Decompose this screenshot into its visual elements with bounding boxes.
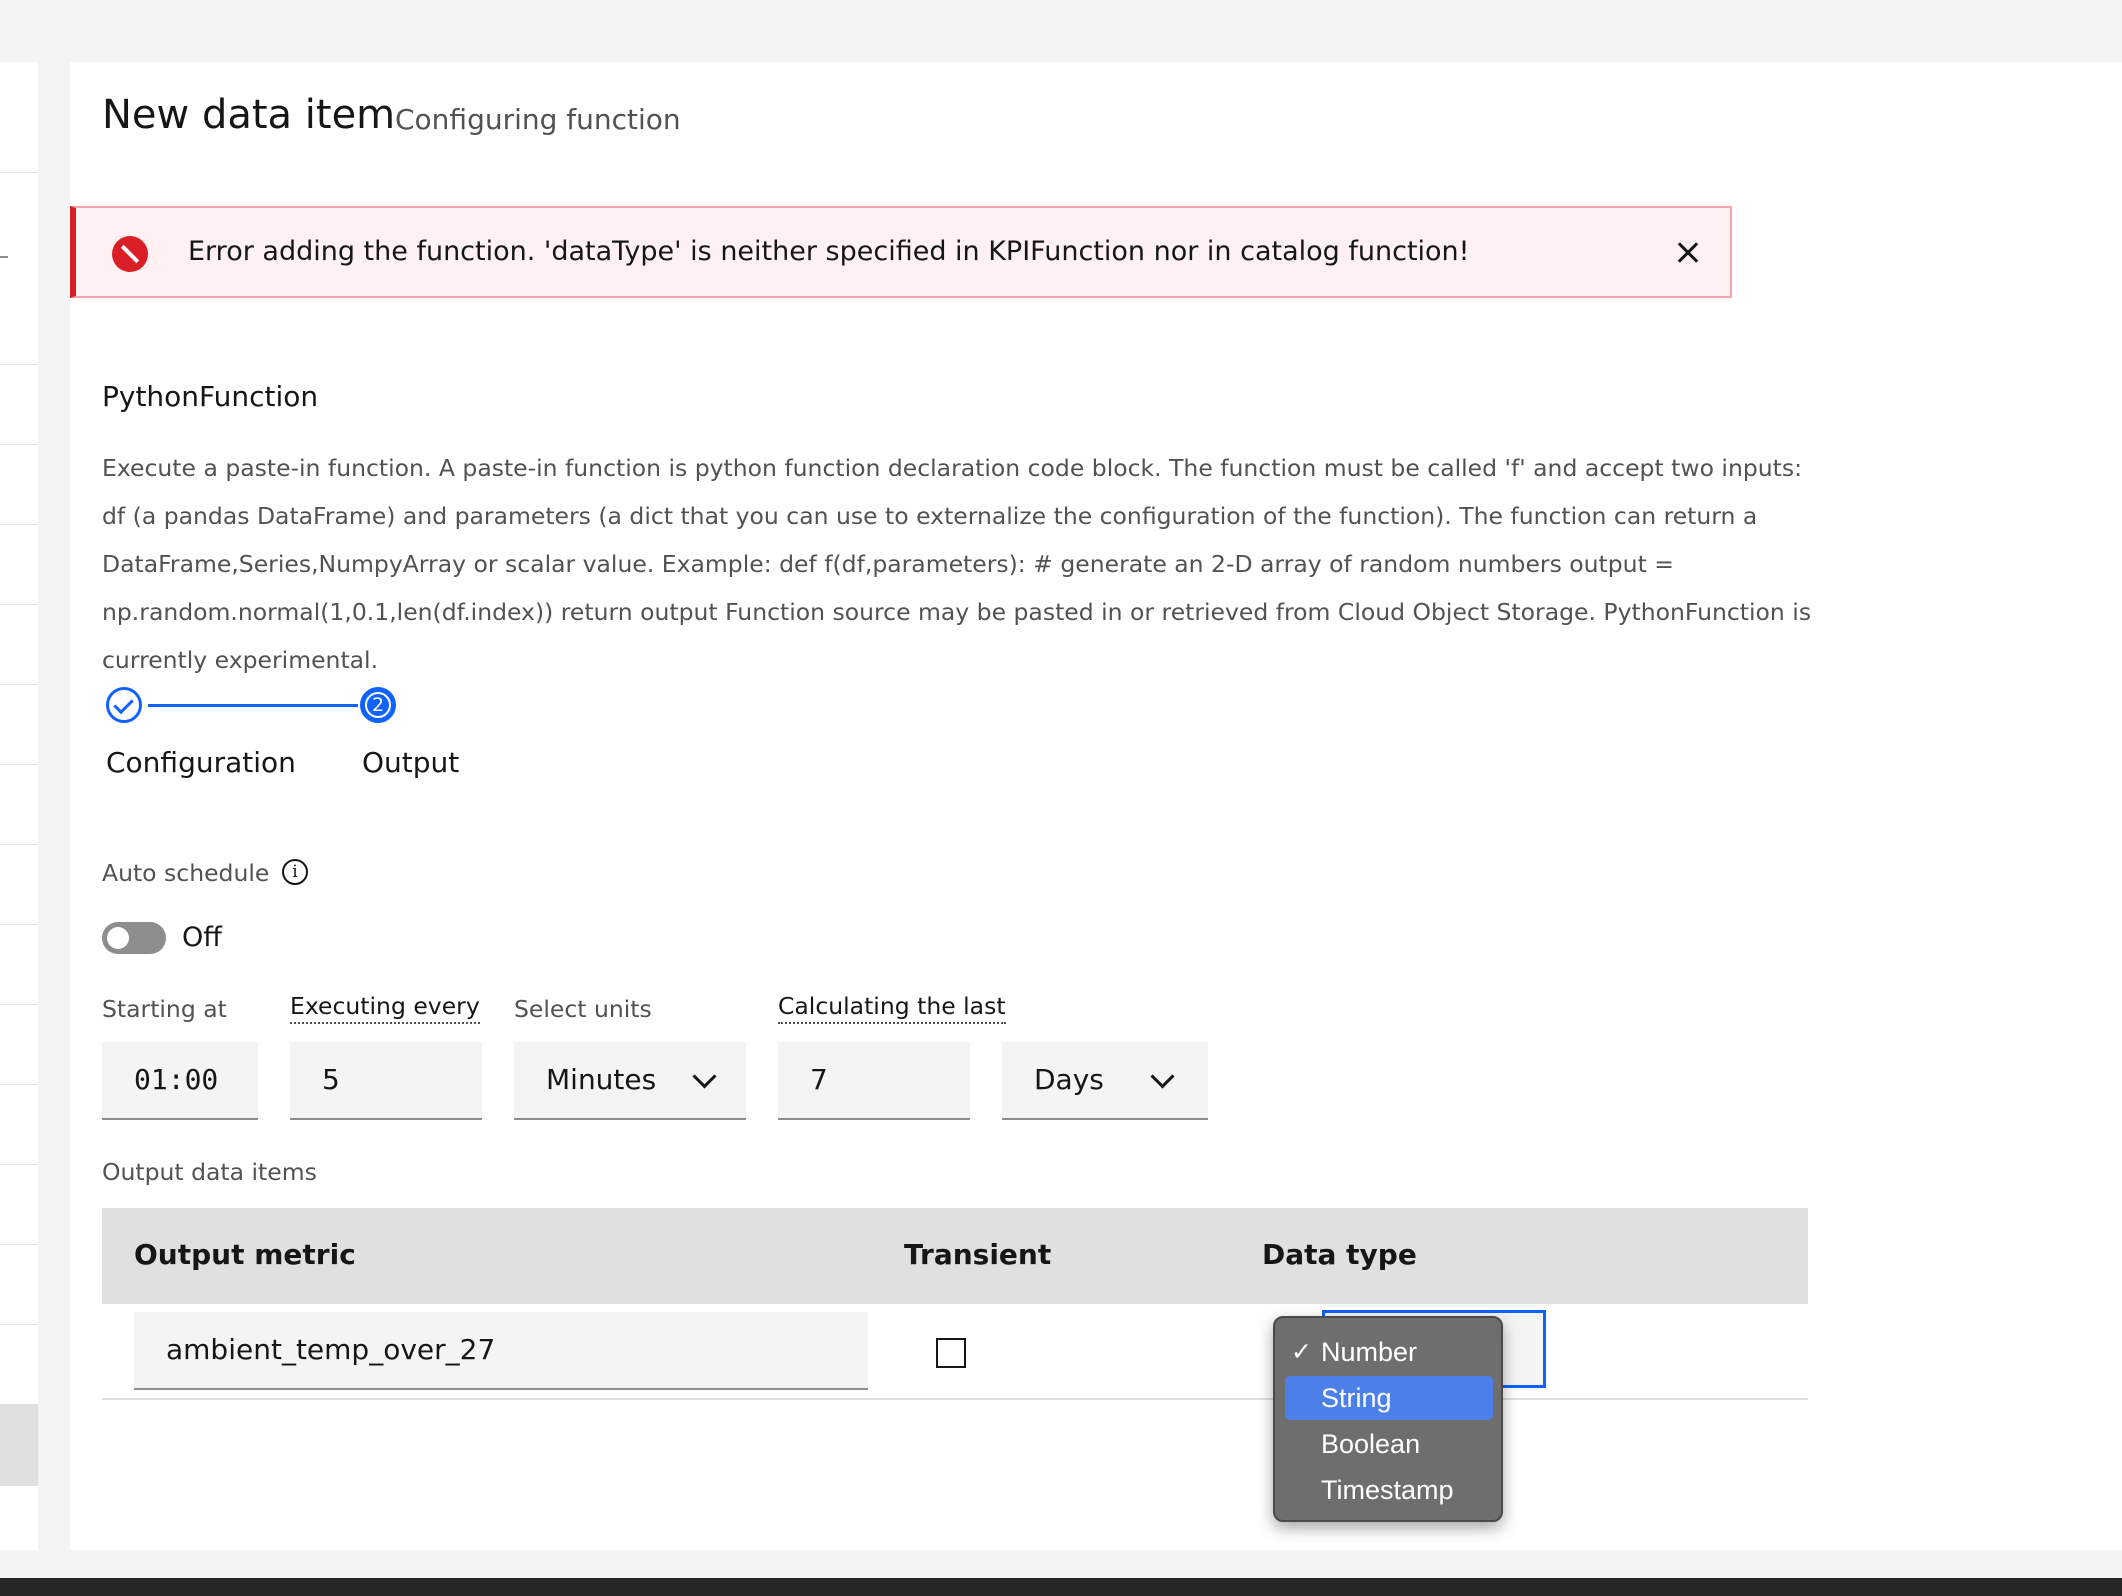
rail-divider xyxy=(0,444,38,445)
close-icon[interactable] xyxy=(1666,230,1710,274)
option-label: Number xyxy=(1321,1337,1418,1367)
function-description: Execute a paste-in function. A paste-in … xyxy=(102,454,1812,674)
option-label: Timestamp xyxy=(1321,1475,1454,1505)
executing-every-label[interactable]: Executing every xyxy=(290,992,480,1024)
calculating-last-label[interactable]: Calculating the last xyxy=(778,992,1006,1024)
error-icon xyxy=(112,236,148,272)
select-units-label: Select units xyxy=(514,995,652,1023)
table-row: ambient_temp_over_27 xyxy=(102,1304,1808,1400)
rail-tick xyxy=(0,256,8,258)
units-select[interactable]: Minutes xyxy=(514,1042,746,1120)
main-panel: New data item Configuring function Error… xyxy=(70,62,2122,1550)
column-header-transient: Transient xyxy=(904,1238,1052,1271)
step-current-icon[interactable]: 2 xyxy=(360,687,396,723)
output-metric-input[interactable]: ambient_temp_over_27 xyxy=(134,1312,868,1390)
rail-divider xyxy=(0,1244,38,1245)
left-rail xyxy=(0,62,38,1550)
rail-divider xyxy=(0,172,38,173)
units-select-value: Minutes xyxy=(546,1063,657,1096)
checkmark-icon: ✓ xyxy=(1291,1338,1312,1366)
period-select-value: Days xyxy=(1034,1063,1104,1096)
data-type-dropdown-menu: ✓ Number String Boolean Timestamp xyxy=(1273,1316,1503,1522)
bottom-bar xyxy=(0,1578,2122,1596)
step-label-configuration[interactable]: Configuration xyxy=(106,746,296,779)
executing-every-input[interactable]: 5 xyxy=(290,1042,482,1120)
rail-divider xyxy=(0,844,38,845)
rail-selected-item[interactable] xyxy=(0,1404,38,1486)
rail-divider xyxy=(0,764,38,765)
calculating-last-input[interactable]: 7 xyxy=(778,1042,970,1120)
step-label-output[interactable]: Output xyxy=(362,746,459,779)
page-subtitle: Configuring function xyxy=(395,103,681,136)
dropdown-option-boolean[interactable]: Boolean xyxy=(1285,1422,1493,1466)
dropdown-option-string[interactable]: String xyxy=(1285,1376,1493,1420)
auto-schedule-toggle[interactable] xyxy=(102,922,166,954)
rail-divider xyxy=(0,1084,38,1085)
step-connector xyxy=(148,704,358,707)
output-data-items-label: Output data items xyxy=(102,1158,317,1186)
option-label: Boolean xyxy=(1321,1429,1421,1459)
page-title: New data item xyxy=(102,92,396,138)
dropdown-option-timestamp[interactable]: Timestamp xyxy=(1285,1468,1493,1512)
function-name: PythonFunction xyxy=(102,380,319,413)
rail-divider xyxy=(0,1004,38,1005)
option-label: String xyxy=(1321,1383,1392,1413)
rail-divider xyxy=(0,1164,38,1165)
error-notification: Error adding the function. 'dataType' is… xyxy=(70,206,1732,298)
period-select[interactable]: Days xyxy=(1002,1042,1208,1120)
transient-checkbox[interactable] xyxy=(936,1338,966,1368)
toggle-knob xyxy=(107,927,129,949)
starting-at-input[interactable]: 01:00 xyxy=(102,1042,258,1120)
step-number: 2 xyxy=(365,692,391,718)
column-header-output-metric: Output metric xyxy=(134,1238,356,1271)
toggle-state-text: Off xyxy=(182,922,222,953)
rail-divider xyxy=(0,604,38,605)
auto-schedule-label: Auto schedule xyxy=(102,859,270,887)
rail-divider xyxy=(0,924,38,925)
column-header-data-type: Data type xyxy=(1262,1238,1417,1271)
chevron-down-icon xyxy=(692,1064,717,1089)
rail-divider xyxy=(0,1324,38,1325)
error-message: Error adding the function. 'dataType' is… xyxy=(188,236,1470,267)
starting-at-label: Starting at xyxy=(102,995,227,1023)
chevron-down-icon xyxy=(1150,1064,1175,1089)
info-icon[interactable]: i xyxy=(282,859,308,885)
step-complete-check-icon[interactable] xyxy=(106,687,142,723)
rail-divider xyxy=(0,524,38,525)
table-header: Output metric Transient Data type xyxy=(102,1208,1808,1304)
dropdown-option-number[interactable]: ✓ Number xyxy=(1285,1330,1493,1374)
rail-divider xyxy=(0,684,38,685)
rail-divider xyxy=(0,364,38,365)
